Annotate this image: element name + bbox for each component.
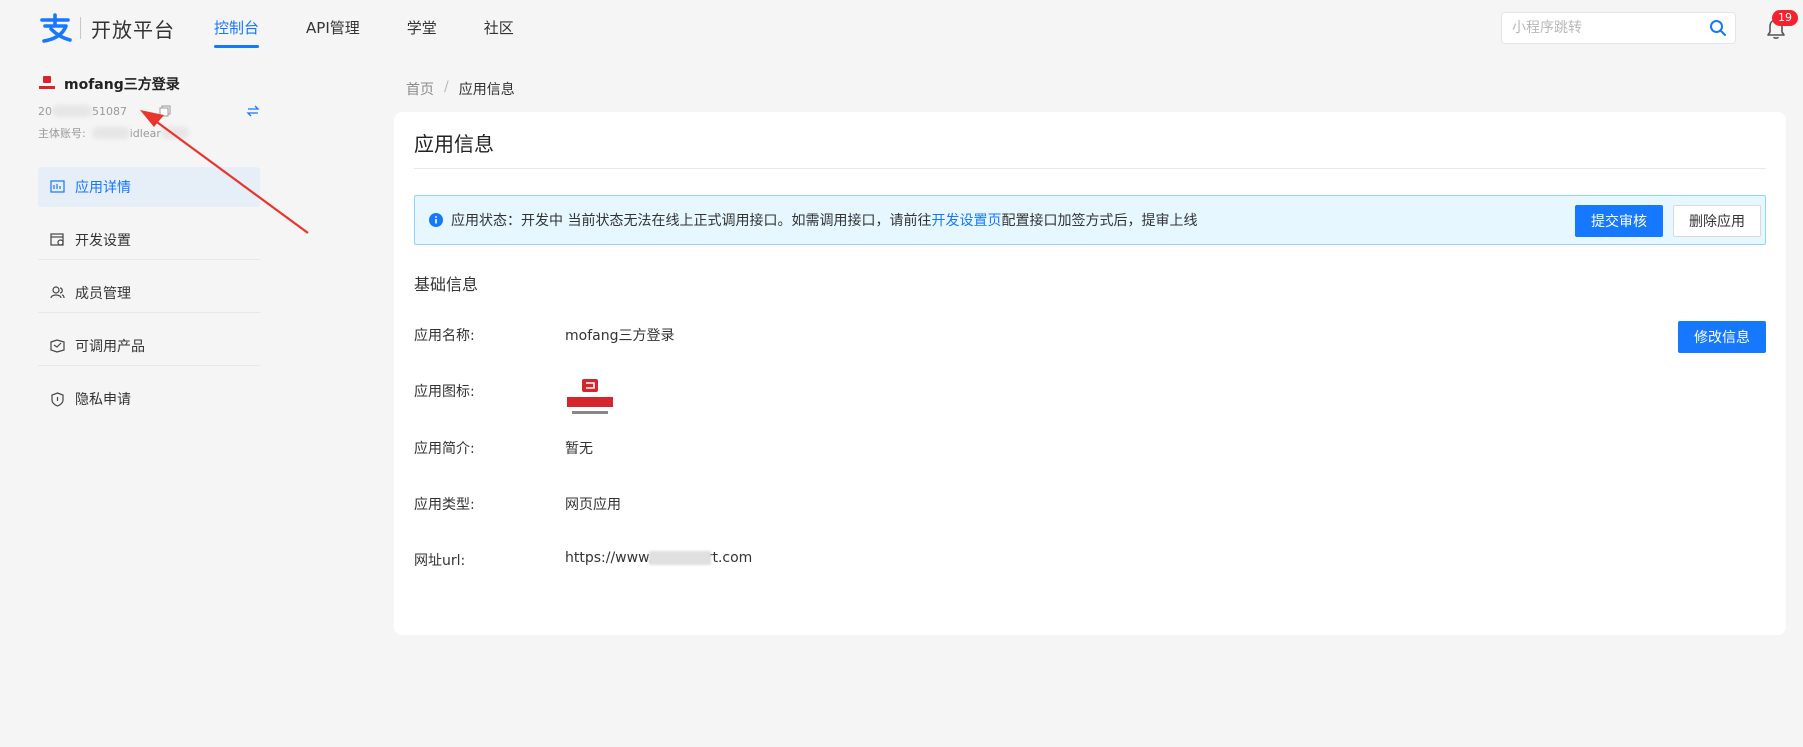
- breadcrumb-current: 应用信息: [458, 82, 515, 98]
- dev-settings-link[interactable]: 开发设置页: [931, 213, 1001, 229]
- nav-console[interactable]: 控制台: [214, 0, 260, 56]
- field-value-app-intro: 暂无: [565, 441, 593, 457]
- breadcrumb-separator: /: [444, 79, 449, 95]
- info-icon: [429, 213, 443, 227]
- sidebar-item-label: 隐私申请: [75, 392, 131, 408]
- status-alert: 应用状态：开发中 当前状态无法在线上正式调用接口。如需调用接口，请前往开发设置页…: [414, 195, 1766, 245]
- app-id-suffix: 51087: [92, 104, 127, 118]
- app-detail-icon: [50, 180, 65, 193]
- breadcrumb: 首页 / 应用信息: [406, 79, 515, 99]
- url-suffix: rt.com: [706, 550, 753, 566]
- sidebar-item-dev-settings[interactable]: 开发设置: [38, 220, 260, 260]
- copy-icon[interactable]: [159, 105, 171, 117]
- nav-community[interactable]: 社区: [484, 0, 514, 56]
- products-icon: [50, 339, 65, 353]
- sidebar-item-app-detail[interactable]: 应用详情: [38, 167, 260, 207]
- redacted-mask: [160, 127, 189, 139]
- search-input[interactable]: [1502, 13, 1692, 43]
- page-title: 应用信息: [414, 132, 494, 156]
- redacted-mask: [648, 551, 711, 565]
- notification-badge: 19: [1772, 10, 1798, 26]
- sidebar-item-label: 开发设置: [75, 232, 131, 249]
- members-icon: [50, 286, 65, 299]
- nav-api-management[interactable]: API管理: [306, 0, 360, 56]
- url-prefix: https://www.: [565, 550, 653, 566]
- edit-info-button[interactable]: 修改信息: [1678, 321, 1766, 353]
- sidebar-item-label: 应用详情: [75, 179, 131, 196]
- field-label-app-type: 应用类型:: [414, 497, 475, 513]
- app-header: mofang三方登录: [38, 70, 260, 98]
- sidebar-item-label: 可调用产品: [75, 338, 145, 355]
- alert-prefix: 应用状态：开发中 当前状态无法在线上正式调用接口。如需调用接口，请前往: [451, 213, 932, 229]
- sidebar-item-privacy[interactable]: 隐私申请: [38, 379, 260, 419]
- app-info-card: 应用信息 应用状态：开发中 当前状态无法在线上正式调用接口。如需调用接口，请前往…: [394, 112, 1786, 635]
- alert-suffix: 配置接口加签方式后，提审上线: [1001, 213, 1198, 229]
- owner-account: 主体账号: idlear: [38, 124, 260, 142]
- field-label-app-icon: 应用图标:: [414, 384, 475, 400]
- platform-name: 开放平台: [91, 17, 175, 42]
- redacted-mask: [91, 127, 130, 139]
- owner-fragment: idlear: [129, 126, 161, 140]
- main-nav: 控制台 API管理 学堂 社区: [214, 0, 561, 56]
- field-label-app-intro: 应用简介:: [414, 441, 475, 457]
- privacy-icon: [51, 391, 64, 407]
- switch-app-icon[interactable]: [246, 105, 260, 117]
- platform-logo[interactable]: 开放平台: [38, 12, 175, 44]
- sidebar-item-members[interactable]: 成员管理: [38, 273, 260, 313]
- app-avatar-icon: [39, 76, 55, 89]
- field-value-app-type: 网页应用: [565, 497, 621, 513]
- field-label-app-name: 应用名称:: [414, 328, 475, 344]
- divider: [414, 168, 1766, 169]
- sidebar: mofang三方登录 20 51087 主体账号: idlear 应用详情 开发…: [38, 70, 260, 432]
- sidebar-item-label: 成员管理: [75, 285, 131, 302]
- app-logo-icon: [567, 379, 613, 414]
- app-name: mofang三方登录: [64, 77, 180, 93]
- submit-review-button[interactable]: 提交审核: [1575, 205, 1663, 237]
- delete-app-button[interactable]: 删除应用: [1673, 205, 1761, 237]
- app-id: 20 51087: [38, 102, 260, 120]
- owner-label: 主体账号:: [38, 127, 86, 140]
- breadcrumb-home[interactable]: 首页: [406, 79, 434, 99]
- field-label-url: 网址url:: [414, 553, 466, 569]
- dev-settings-icon: [50, 233, 64, 246]
- field-value-url: https://www. rt.com: [565, 550, 752, 566]
- alipay-logo-icon: [40, 13, 72, 43]
- redacted-mask: [52, 105, 92, 117]
- nav-academy[interactable]: 学堂: [407, 0, 437, 56]
- sidebar-item-products[interactable]: 可调用产品: [38, 326, 260, 366]
- section-title-basic-info: 基础信息: [414, 275, 479, 294]
- field-value-app-name: mofang三方登录: [565, 328, 675, 344]
- search-box: [1501, 12, 1736, 44]
- alert-message: 应用状态：开发中 当前状态无法在线上正式调用接口。如需调用接口，请前往开发设置页…: [451, 210, 1197, 230]
- top-navbar: 开放平台 控制台 API管理 学堂 社区 19: [0, 0, 1803, 56]
- search-icon[interactable]: [1709, 19, 1727, 37]
- logo-divider: [80, 17, 81, 39]
- app-id-prefix: 20: [38, 104, 52, 118]
- sidebar-menu: 应用详情 开发设置 成员管理 可调用产品 隐私申请: [38, 167, 260, 419]
